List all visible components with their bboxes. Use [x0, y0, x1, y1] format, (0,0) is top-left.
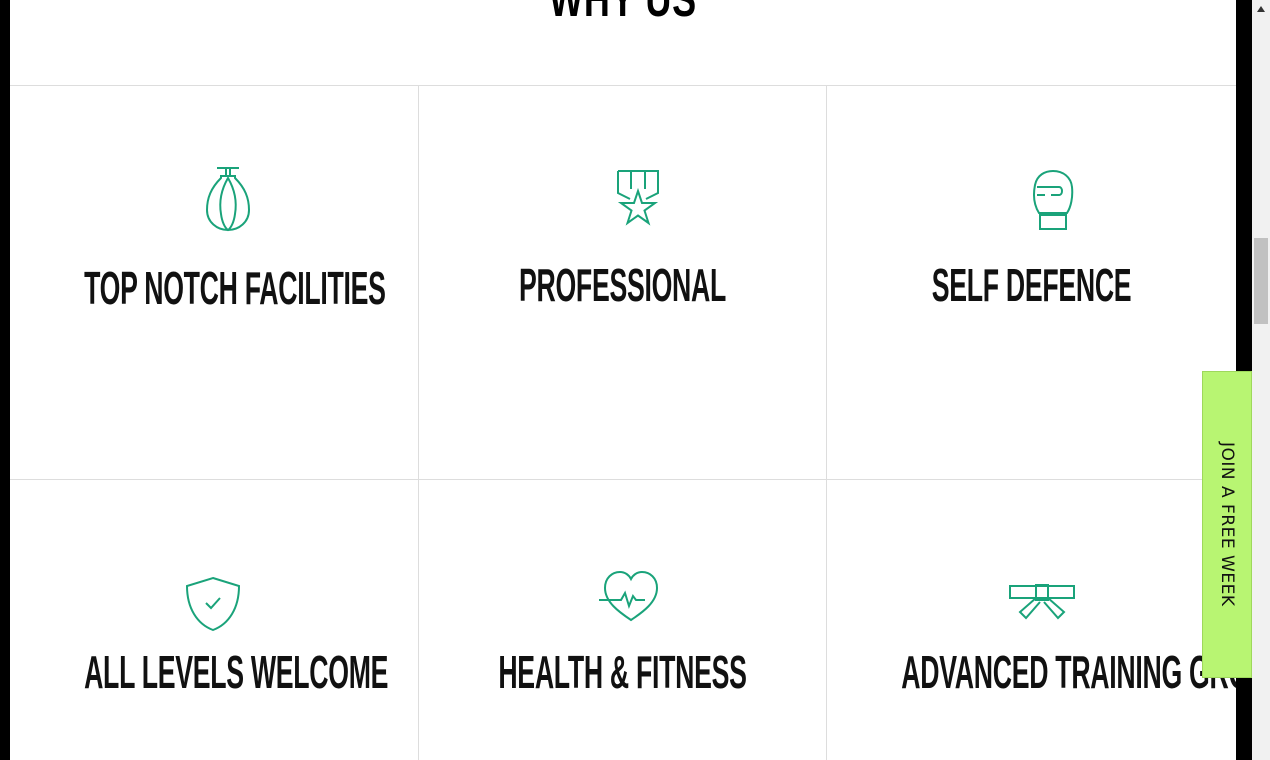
- shield-check-icon: [185, 576, 241, 637]
- feature-label: PROFESSIONAL: [518, 259, 727, 311]
- section-title: WHY US: [182, 0, 1065, 28]
- boxing-glove-icon: [1031, 169, 1075, 236]
- scroll-thumb[interactable]: [1254, 238, 1268, 324]
- punching-bag-icon: [205, 166, 251, 237]
- scrollbar[interactable]: [1252, 0, 1270, 760]
- heart-pulse-icon: [598, 570, 663, 627]
- join-free-week-button[interactable]: JOIN A FREE WEEK: [1202, 371, 1252, 678]
- feature-label: TOP NOTCH FACILITIES: [84, 262, 386, 314]
- scroll-up-button[interactable]: [1252, 0, 1270, 18]
- feature-card: PROFESSIONAL: [419, 86, 826, 479]
- feature-card: TOP NOTCH FACILITIES: [10, 86, 418, 479]
- join-free-week-label: JOIN A FREE WEEK: [1217, 442, 1237, 607]
- feature-label: ADVANCED TRAINING GROUPS: [901, 646, 1236, 698]
- feature-card: HEALTH & FITNESS: [419, 480, 826, 760]
- feature-label: HEALTH & FITNESS: [498, 646, 747, 698]
- feature-card: ADVANCED TRAINING GROUPS: [827, 480, 1236, 760]
- chevron-up-icon: [1257, 6, 1265, 12]
- feature-label: SELF DEFENCE: [931, 259, 1132, 311]
- feature-card: ALL LEVELS WELCOME: [10, 480, 418, 760]
- feature-card: SELF DEFENCE: [827, 86, 1236, 479]
- feature-label: ALL LEVELS WELCOME: [84, 646, 389, 698]
- page: WHY US TOP NOTCH FACILITIES: [10, 0, 1236, 760]
- belt-icon: [1008, 583, 1076, 627]
- medal-star-icon: [614, 169, 662, 236]
- features-grid: TOP NOTCH FACILITIES PROFESSIONAL SELF D…: [10, 85, 1236, 760]
